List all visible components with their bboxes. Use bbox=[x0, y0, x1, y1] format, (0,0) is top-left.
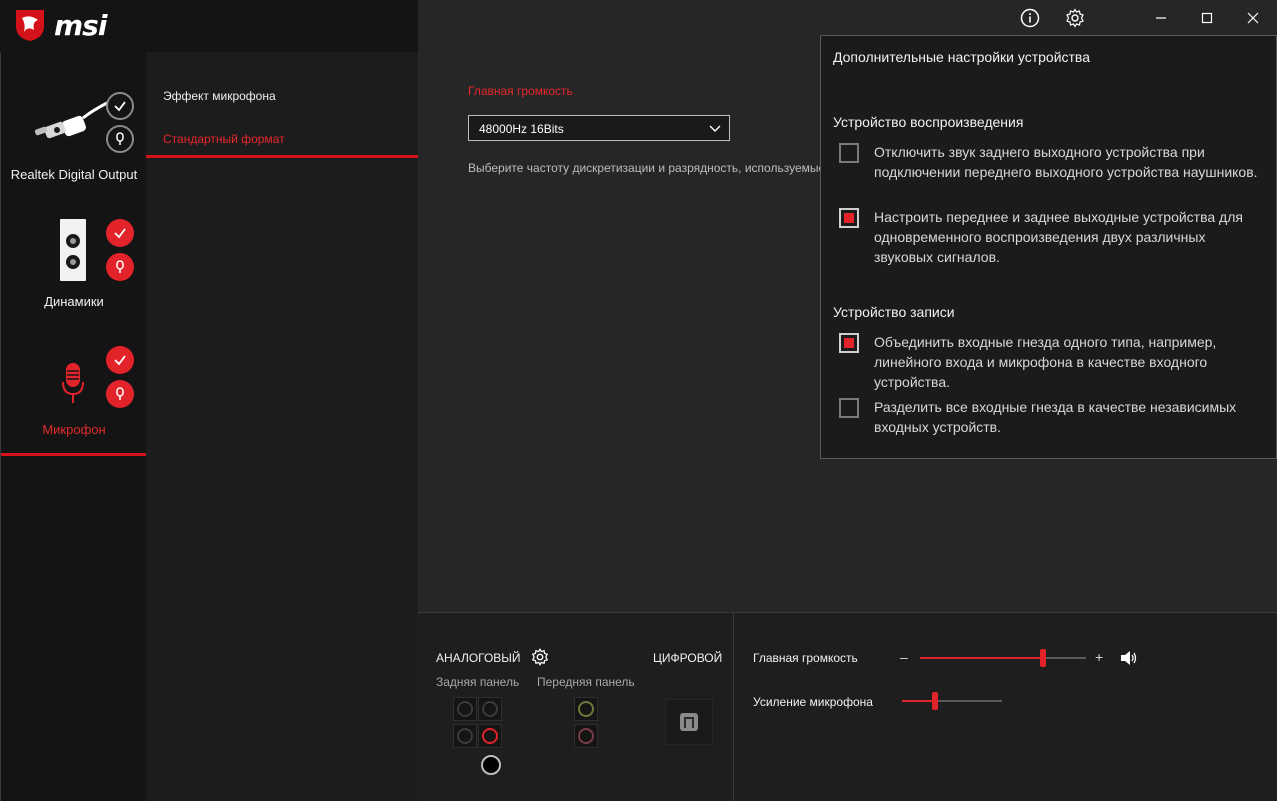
close-icon bbox=[1247, 12, 1259, 24]
rear-panel-label: Задняя панель bbox=[436, 675, 520, 689]
mic-small-icon bbox=[116, 387, 124, 400]
master-volume-label: Главная громкость bbox=[753, 651, 858, 665]
advanced-settings-popup: Дополнительные настройки устройства Устр… bbox=[820, 35, 1277, 459]
rear-jack[interactable] bbox=[453, 697, 477, 721]
check-badge bbox=[106, 92, 134, 120]
device-sidebar: Realtek Digital Output Динамики Микрофон bbox=[0, 0, 147, 801]
close-button[interactable] bbox=[1242, 7, 1264, 29]
gear-icon[interactable] bbox=[531, 648, 549, 666]
analog-label: АНАЛОГОВЫЙ bbox=[436, 651, 521, 665]
slider-thumb[interactable] bbox=[932, 692, 938, 710]
submenu-active-indicator bbox=[146, 155, 418, 158]
mic-small-icon bbox=[116, 132, 124, 145]
rear-jack-mic-active[interactable] bbox=[478, 724, 502, 748]
dragon-shield-icon bbox=[16, 10, 44, 41]
option-separate-inputs[interactable]: Разделить все входные гнезда в качестве … bbox=[839, 397, 1269, 437]
device-label: Динамики bbox=[44, 294, 104, 309]
rear-jack[interactable] bbox=[453, 724, 477, 748]
minimize-icon bbox=[1156, 17, 1166, 19]
submenu-item-default-format[interactable]: Стандартный формат bbox=[163, 132, 285, 146]
bottom-panel: АНАЛОГОВЫЙ ЦИФРОВОЙ Задняя панель Передн… bbox=[418, 612, 1277, 801]
record-heading: Устройство записи bbox=[833, 304, 955, 320]
digital-cable-icon bbox=[34, 100, 110, 139]
digital-label: ЦИФРОВОЙ bbox=[653, 651, 723, 665]
check-badge bbox=[106, 346, 134, 374]
speaker-volume-icon[interactable] bbox=[1120, 650, 1138, 666]
info-icon bbox=[1020, 8, 1040, 28]
record-badge bbox=[106, 125, 134, 153]
option-independent-front-rear[interactable]: Настроить переднее и заднее выходные уст… bbox=[839, 207, 1269, 267]
check-icon bbox=[114, 355, 126, 366]
gear-icon bbox=[1066, 8, 1084, 28]
checkbox[interactable] bbox=[839, 143, 859, 163]
option-label: Настроить переднее и заднее выходные уст… bbox=[874, 209, 1243, 265]
brand-logo: msi bbox=[14, 8, 107, 42]
slider-fill bbox=[902, 700, 935, 702]
rear-jack-extra[interactable] bbox=[481, 755, 501, 775]
device-label: Realtek Digital Output bbox=[10, 167, 138, 182]
checkbox[interactable] bbox=[839, 398, 859, 418]
checkbox-checked[interactable] bbox=[839, 208, 859, 228]
device-item-digital-output[interactable]: Realtek Digital Output bbox=[1, 80, 147, 190]
checkbox-checked[interactable] bbox=[839, 333, 859, 353]
option-combine-inputs[interactable]: Объединить входные гнезда одного типа, н… bbox=[839, 332, 1269, 392]
playback-heading: Устройство воспроизведения bbox=[833, 114, 1024, 130]
rear-jack[interactable] bbox=[478, 697, 502, 721]
popup-title: Дополнительные настройки устройства bbox=[833, 49, 1090, 65]
option-label: Отключить звук заднего выходного устройс… bbox=[874, 144, 1258, 180]
section-title: Главная громкость bbox=[468, 84, 573, 98]
option-mute-rear-on-front[interactable]: Отключить звук заднего выходного устройс… bbox=[839, 142, 1269, 182]
maximize-icon bbox=[1201, 12, 1213, 24]
slider-thumb[interactable] bbox=[1040, 649, 1046, 667]
submenu-panel: Эффект микрофона Стандартный формат bbox=[146, 52, 418, 801]
format-description: Выберите частоту дискретизации и разрядн… bbox=[468, 161, 820, 175]
microphone-icon bbox=[62, 363, 84, 403]
mic-boost-slider[interactable] bbox=[902, 692, 1002, 710]
format-select[interactable]: 48000Hz 16Bits bbox=[468, 115, 730, 141]
submenu-item-mic-effect[interactable]: Эффект микрофона bbox=[163, 89, 276, 103]
maximize-button[interactable] bbox=[1196, 7, 1218, 29]
front-jack-mic[interactable] bbox=[574, 724, 598, 748]
active-device-indicator bbox=[1, 453, 147, 456]
optical-port-icon bbox=[680, 713, 698, 731]
record-badge bbox=[106, 380, 134, 408]
record-badge bbox=[106, 253, 134, 281]
master-volume-slider[interactable] bbox=[920, 649, 1086, 667]
device-item-microphone[interactable]: Микрофон bbox=[1, 340, 147, 453]
slider-fill bbox=[920, 657, 1043, 659]
brand-name: msi bbox=[54, 8, 107, 42]
chevron-down-icon bbox=[709, 125, 721, 132]
option-label: Объединить входные гнезда одного типа, н… bbox=[874, 334, 1217, 390]
front-jack-headphone[interactable] bbox=[574, 697, 598, 721]
option-label: Разделить все входные гнезда в качестве … bbox=[874, 399, 1237, 435]
mic-boost-label: Усиление микрофона bbox=[753, 695, 873, 709]
check-icon bbox=[114, 101, 126, 112]
info-button[interactable] bbox=[1019, 7, 1041, 29]
speaker-icon bbox=[60, 219, 86, 281]
divider bbox=[733, 613, 734, 801]
mic-small-icon bbox=[116, 260, 124, 273]
minimize-button[interactable] bbox=[1150, 7, 1172, 29]
header-bar: msi bbox=[0, 0, 418, 52]
settings-button[interactable] bbox=[1064, 7, 1086, 29]
front-panel-label: Передняя панель bbox=[537, 675, 635, 689]
device-item-speakers[interactable]: Динамики bbox=[1, 210, 147, 315]
volume-minus-button[interactable]: – bbox=[900, 649, 908, 665]
format-select-value: 48000Hz 16Bits bbox=[479, 122, 564, 136]
check-badge bbox=[106, 219, 134, 247]
volume-plus-button[interactable]: + bbox=[1095, 649, 1103, 665]
device-label: Микрофон bbox=[42, 422, 106, 437]
digital-port[interactable] bbox=[665, 699, 713, 745]
check-icon bbox=[114, 228, 126, 239]
